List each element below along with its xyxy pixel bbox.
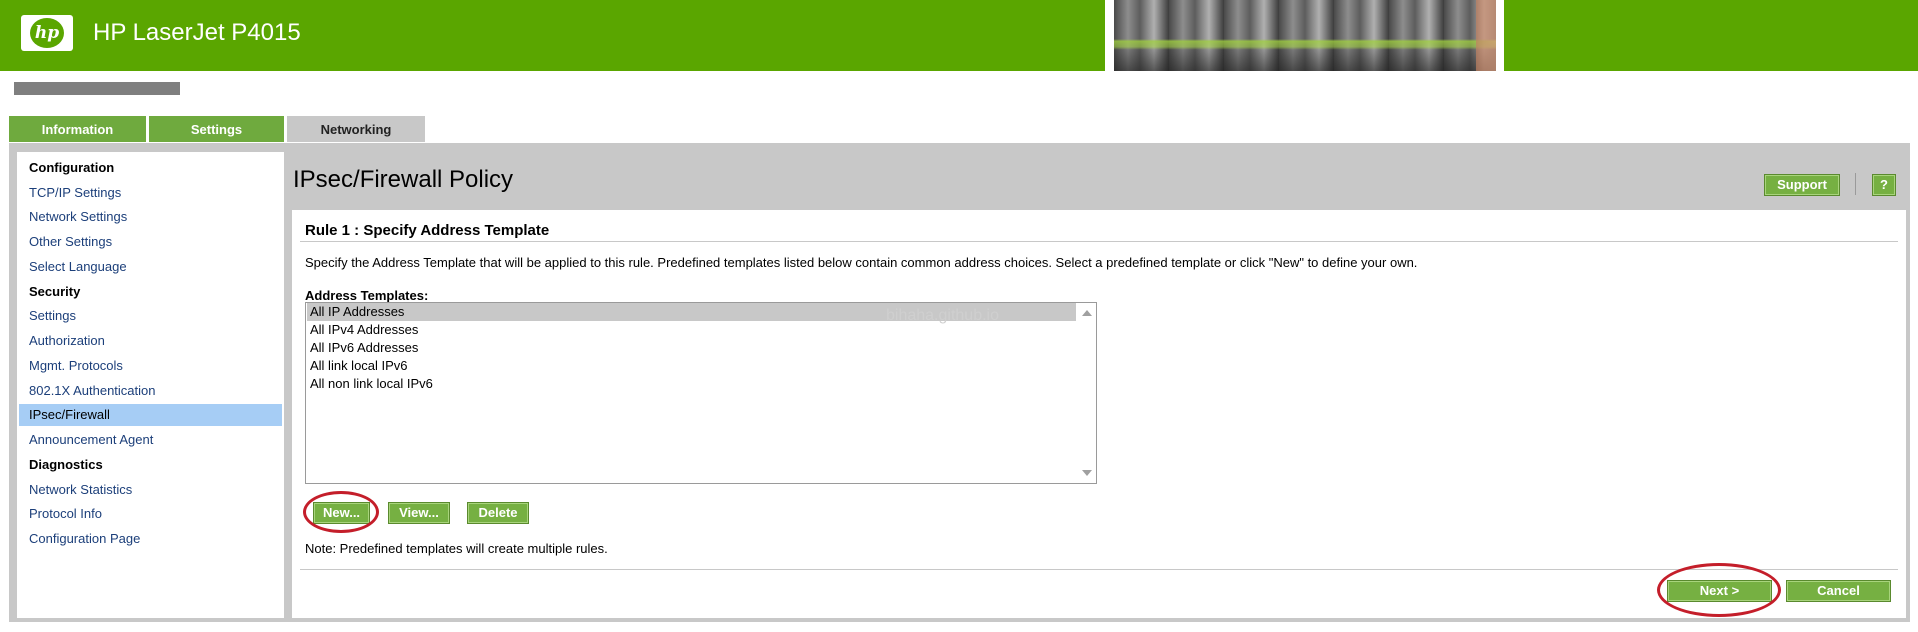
header-banner-image [1114, 0, 1496, 71]
address-templates-listbox[interactable]: All IP Addresses All IPv4 Addresses All … [305, 302, 1097, 484]
rule-title: Rule 1 : Specify Address Template [305, 222, 550, 239]
sidebar-item-tcpip-settings[interactable]: TCP/IP Settings [17, 182, 282, 204]
help-button[interactable]: ? [1872, 174, 1896, 196]
header-bar-right [1504, 0, 1918, 71]
sidebar-heading-diagnostics: Diagnostics [29, 457, 103, 472]
list-option-all-link-local-ipv6[interactable]: All link local IPv6 [307, 357, 1076, 375]
main-tabs: Information Settings Networking [9, 116, 428, 143]
sidebar-item-ipsec-firewall[interactable]: IPsec/Firewall [19, 404, 282, 426]
tab-settings[interactable]: Settings [149, 116, 284, 142]
hp-logo: hp [21, 15, 73, 51]
sidebar-item-security-settings[interactable]: Settings [17, 305, 282, 327]
sidebar-item-configuration-page[interactable]: Configuration Page [17, 528, 282, 550]
address-templates-label: Address Templates: [305, 288, 429, 303]
product-name: HP LaserJet P4015 [93, 19, 301, 46]
sidebar-item-authorization[interactable]: Authorization [17, 330, 282, 352]
sidebar-item-protocol-info[interactable]: Protocol Info [17, 503, 282, 525]
scroll-up-arrow-icon[interactable] [1082, 310, 1092, 316]
sidebar-heading-security: Security [29, 284, 81, 299]
support-button[interactable]: Support [1764, 174, 1840, 196]
predefined-note: Note: Predefined templates will create m… [305, 541, 608, 556]
watermark: bihaha.github.io [886, 307, 999, 324]
page-title: IPsec/Firewall Policy [293, 166, 514, 193]
tab-information[interactable]: Information [9, 116, 146, 142]
rule-description: Specify the Address Template that will b… [305, 255, 1418, 270]
device-status-bar [14, 82, 180, 95]
tab-networking[interactable]: Networking [287, 116, 425, 142]
header-bar: hp HP LaserJet P4015 [0, 0, 1105, 71]
toolbar-divider [1855, 173, 1856, 195]
sidebar-item-network-settings[interactable]: Network Settings [17, 206, 282, 228]
listbox-scrollbar[interactable] [1078, 303, 1096, 483]
sidebar-item-network-statistics[interactable]: Network Statistics [17, 479, 282, 501]
next-button[interactable]: Next > [1667, 580, 1772, 602]
list-option-all-non-link-local-ipv6[interactable]: All non link local IPv6 [307, 375, 1076, 393]
view-template-button[interactable]: View... [388, 502, 450, 524]
sidebar-item-announcement-agent[interactable]: Announcement Agent [17, 429, 282, 451]
divider [300, 241, 1898, 242]
new-template-button[interactable]: New... [313, 502, 370, 524]
sidebar-item-select-language[interactable]: Select Language [17, 256, 282, 278]
sidebar-item-8021x-authentication[interactable]: 802.1X Authentication [17, 380, 282, 402]
hp-logo-mark: hp [30, 18, 64, 48]
cancel-button[interactable]: Cancel [1786, 580, 1891, 602]
sidebar: Configuration TCP/IP Settings Network Se… [17, 152, 284, 618]
sidebar-item-mgmt-protocols[interactable]: Mgmt. Protocols [17, 355, 282, 377]
sidebar-heading-configuration: Configuration [29, 160, 115, 175]
divider [300, 569, 1898, 570]
list-option-all-ipv6-addresses[interactable]: All IPv6 Addresses [307, 339, 1076, 357]
sidebar-item-other-settings[interactable]: Other Settings [17, 231, 282, 253]
scroll-down-arrow-icon[interactable] [1082, 470, 1092, 476]
delete-template-button[interactable]: Delete [467, 502, 529, 524]
